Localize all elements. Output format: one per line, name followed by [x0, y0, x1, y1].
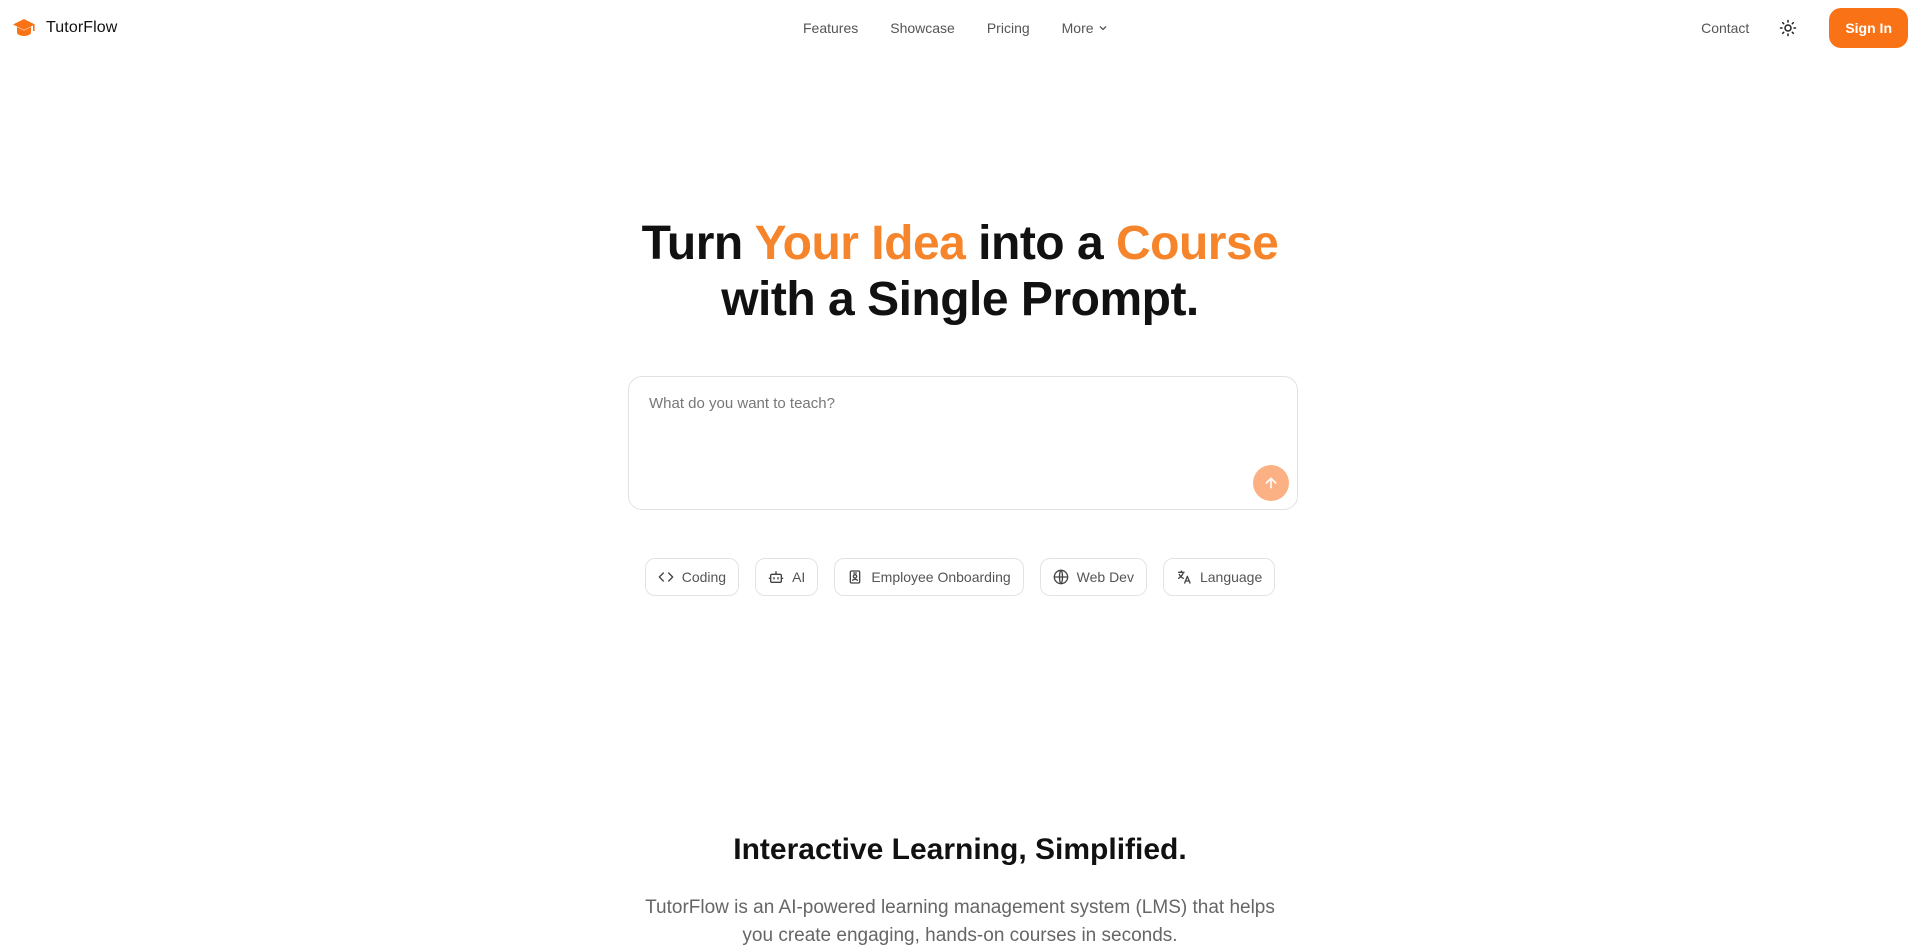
hero-title-part: Turn — [641, 217, 755, 270]
prompt-input[interactable] — [649, 395, 1249, 475]
hero-title-line2: with a Single Prompt. — [721, 273, 1199, 326]
brand-logo-link[interactable]: TutorFlow — [12, 14, 117, 42]
translate-icon — [1176, 569, 1192, 585]
chip-label: Language — [1199, 569, 1263, 585]
sign-in-button[interactable]: Sign In — [1829, 8, 1908, 48]
chip-employee-onboarding[interactable]: Employee Onboarding — [834, 558, 1024, 596]
chip-coding[interactable]: Coding — [644, 558, 740, 596]
section-description-line: you create engaging, hands-on courses in… — [742, 925, 1178, 946]
globe-icon — [1053, 569, 1069, 585]
nav-pricing[interactable]: Pricing — [987, 20, 1030, 36]
id-badge-icon — [847, 569, 863, 585]
nav-showcase[interactable]: Showcase — [890, 20, 955, 36]
header-actions: Contact Sign In — [1701, 7, 1908, 49]
sun-icon[interactable] — [1777, 17, 1799, 39]
chip-label: Employee Onboarding — [871, 569, 1011, 585]
graduation-cap-icon — [12, 16, 36, 40]
hero-title-part: into a — [965, 217, 1116, 270]
hero-title-accent: Your Idea — [754, 217, 966, 270]
section-title: Interactive Learning, Simplified. — [733, 833, 1187, 866]
section-description-line: TutorFlow is an AI-powered learning mana… — [645, 897, 1275, 918]
send-prompt-button[interactable] — [1253, 465, 1289, 501]
bot-icon — [768, 569, 784, 585]
chip-label: Coding — [681, 569, 727, 585]
top-navigation-bar: TutorFlow Features Showcase Pricing More… — [0, 0, 1920, 56]
chip-ai[interactable]: AI — [755, 558, 819, 596]
hero-title: Turn Your Idea into a Course with a Sing… — [0, 216, 1920, 328]
arrow-up-icon — [1263, 475, 1279, 491]
nav-contact[interactable]: Contact — [1701, 20, 1749, 36]
chevron-down-icon — [1098, 23, 1108, 33]
code-icon — [658, 569, 674, 585]
hero-title-accent: Course — [1116, 217, 1279, 270]
nav-more-label: More — [1061, 20, 1094, 36]
chip-language[interactable]: Language — [1162, 558, 1276, 596]
chip-label: Web Dev — [1076, 569, 1134, 585]
chip-web-dev[interactable]: Web Dev — [1039, 558, 1147, 596]
main-nav: Features Showcase Pricing More — [803, 16, 1108, 40]
nav-features[interactable]: Features — [803, 20, 858, 36]
suggestion-chips: Coding AI Employee Onboarding Web Dev La… — [0, 558, 1920, 596]
chip-label: AI — [792, 569, 806, 585]
prompt-box — [628, 376, 1298, 510]
nav-more-dropdown[interactable]: More — [1062, 20, 1108, 36]
brand-name: TutorFlow — [46, 19, 118, 36]
